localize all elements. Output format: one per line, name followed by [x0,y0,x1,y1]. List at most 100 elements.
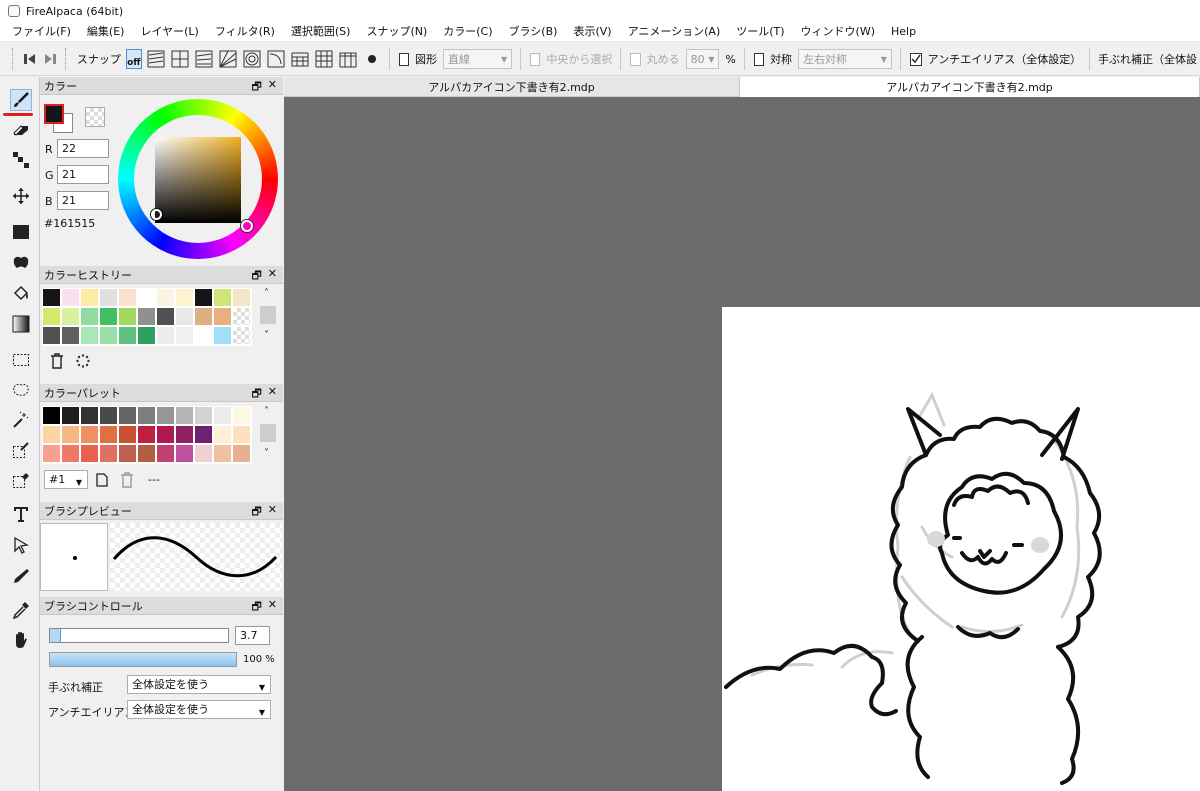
palette-swatch[interactable] [43,407,60,424]
history-swatch[interactable] [233,327,250,344]
trash-button[interactable] [50,353,64,372]
loading-button[interactable] [76,354,90,371]
palette-swatch[interactable] [138,407,155,424]
menu-tools[interactable]: ツール(T) [728,22,792,42]
magic-wand-tool[interactable] [10,409,32,431]
history-swatch[interactable] [176,289,193,306]
palette-swatch[interactable] [81,407,98,424]
palette-swatch[interactable] [81,426,98,443]
select-eraser-tool[interactable] [10,469,32,491]
history-swatch[interactable] [195,289,212,306]
history-swatch[interactable] [157,289,174,306]
undock-icon[interactable]: 🗗 [251,385,261,404]
chevron-up-icon[interactable]: ˄ [264,288,269,299]
close-icon[interactable]: ✕ [268,385,277,404]
history-swatch[interactable] [195,327,212,344]
canvas-area[interactable]: アルパカアイコン下書き有2.mdp アルパカアイコン下書き有2.mdp [284,77,1200,791]
history-swatch[interactable] [81,289,98,306]
snap-circle-button[interactable] [243,49,261,69]
history-swatch[interactable] [100,327,117,344]
menu-help[interactable]: Help [883,22,924,42]
b-input[interactable]: 21 [57,191,109,210]
menu-layer[interactable]: レイヤー(L) [132,22,206,42]
undock-icon[interactable]: 🗗 [251,267,261,286]
history-swatch[interactable] [81,308,98,325]
scroll-thumb[interactable] [260,306,276,324]
next-frame-button[interactable] [42,48,57,70]
close-icon[interactable]: ✕ [268,598,277,617]
menu-color[interactable]: カラー(C) [435,22,500,42]
palette-swatch[interactable] [214,445,231,462]
chevron-down-icon[interactable]: ˅ [264,448,269,459]
fill-lasso-tool[interactable] [10,252,32,274]
lasso-tool[interactable] [10,379,32,401]
delete-palette-button[interactable] [120,472,134,491]
palette-swatch[interactable] [43,445,60,462]
menu-edit[interactable]: 編集(E) [79,22,133,42]
snap-3d-button[interactable] [339,49,357,69]
palette-swatch[interactable] [157,426,174,443]
menu-snap[interactable]: スナップ(N) [358,22,435,42]
palette-swatch[interactable] [195,426,212,443]
palette-swatch[interactable] [43,426,60,443]
document-canvas[interactable] [722,307,1200,791]
undock-icon[interactable]: 🗗 [251,78,261,97]
palette-swatch[interactable] [138,445,155,462]
scroll-thumb[interactable] [260,424,276,442]
close-icon[interactable]: ✕ [268,78,277,97]
chevron-down-icon[interactable]: ˅ [264,330,269,341]
symmetry-select[interactable]: 左右対称 ▼ [798,49,892,69]
chevron-up-icon[interactable]: ˄ [264,406,269,417]
eyedropper-tool[interactable] [10,599,32,621]
menu-view[interactable]: 表示(V) [565,22,619,42]
palette-swatch[interactable] [81,445,98,462]
history-swatch[interactable] [43,327,60,344]
palette-swatch[interactable] [157,445,174,462]
stabilizer-select[interactable]: 全体設定を使う ▼ [127,675,271,694]
palette-swatch[interactable] [233,426,250,443]
palette-select[interactable]: #1 ▼ [44,470,88,489]
palette-swatch[interactable] [119,426,136,443]
g-input[interactable]: 21 [57,165,109,184]
document-tab-active[interactable]: アルパカアイコン下書き有2.mdp [740,77,1200,97]
stabilizer-label[interactable]: 手ぶれ補正（全体設 [1098,51,1197,67]
eraser-tool[interactable] [10,119,32,141]
palette-swatch[interactable] [195,407,212,424]
shape-select[interactable]: 直線 ▼ [443,49,513,69]
antialias-checkbox[interactable] [909,52,922,66]
snap-curve-button[interactable] [267,49,285,69]
history-swatch[interactable] [214,327,231,344]
undock-icon[interactable]: 🗗 [251,598,261,617]
history-swatch[interactable] [233,308,250,325]
palette-swatch[interactable] [214,426,231,443]
history-swatch[interactable] [138,327,155,344]
round-checkbox[interactable] [630,52,641,66]
select-tool[interactable] [10,349,32,371]
history-swatch[interactable] [62,289,79,306]
palette-swatch[interactable] [100,445,117,462]
history-swatch[interactable] [157,308,174,325]
text-tool[interactable] [10,503,32,525]
foreground-color-swatch-front[interactable] [44,104,64,124]
hand-tool[interactable] [10,629,32,651]
gradient-tool[interactable] [10,313,32,335]
history-swatch[interactable] [195,308,212,325]
undock-icon[interactable]: 🗗 [251,503,261,522]
close-icon[interactable]: ✕ [268,503,277,522]
history-swatch[interactable] [100,289,117,306]
color-panel-header[interactable]: カラー 🗗 ✕ [40,77,283,95]
history-swatch[interactable] [157,327,174,344]
snap-cross-button[interactable] [171,49,189,69]
palette-swatch[interactable] [62,407,79,424]
history-swatch[interactable] [138,308,155,325]
close-icon[interactable]: ✕ [268,267,277,286]
round-value-select[interactable]: 80 ▼ [685,49,720,69]
palette-swatch[interactable] [119,445,136,462]
snap-vanishing-button[interactable] [195,49,213,69]
snap-perspective-grid-button[interactable] [315,49,333,69]
select-pen-tool[interactable] [10,439,32,461]
palette-swatch[interactable] [195,445,212,462]
new-palette-button[interactable] [96,473,108,490]
history-swatch[interactable] [119,327,136,344]
history-swatch[interactable] [176,327,193,344]
